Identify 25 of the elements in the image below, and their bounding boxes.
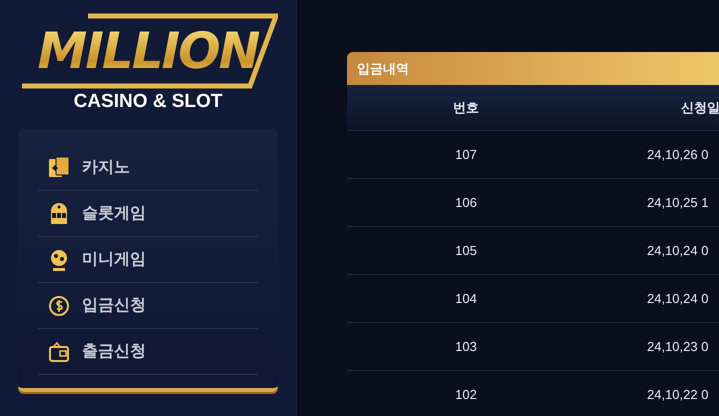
menu-item[interactable]: 출금신청 [38, 329, 258, 375]
menu-item[interactable]: 슬롯게임 [38, 191, 258, 237]
table-cell-text: 24,10,25 1 [646, 195, 708, 210]
menu-item[interactable]: 미니게임 [38, 237, 258, 283]
column-header: 번호 [453, 100, 479, 116]
table-cell: 103 [455, 339, 477, 354]
menu-item[interactable]: 입금신청 [38, 283, 258, 329]
table-cell: 104 [455, 291, 477, 306]
column-header: 신청일 [680, 100, 719, 116]
table-cell-text: 24,10,24 0 [646, 291, 708, 306]
menu-item[interactable]: 카지노 [38, 145, 258, 191]
logo-subtitle: CASINO & SLOT [74, 92, 222, 111]
table-cell: 105 [455, 243, 477, 258]
table-cell-text: 24,10,23 0 [646, 339, 708, 354]
table-cell: 106 [455, 195, 477, 210]
table-cell: 107 [455, 147, 477, 162]
dollar-coin-icon [48, 294, 70, 318]
table-cell-text: 24,10,22 0 [646, 387, 708, 402]
table-cell-text: 24,10,26 0 [646, 147, 708, 162]
slot-machine-icon [48, 202, 70, 226]
wallet-icon [48, 340, 70, 364]
panel-title: 입금내역 [347, 52, 719, 85]
table-cell: 102 [455, 387, 477, 402]
table-cell-text: 24,10,24 0 [646, 243, 708, 258]
playing-card-icon [48, 156, 70, 180]
